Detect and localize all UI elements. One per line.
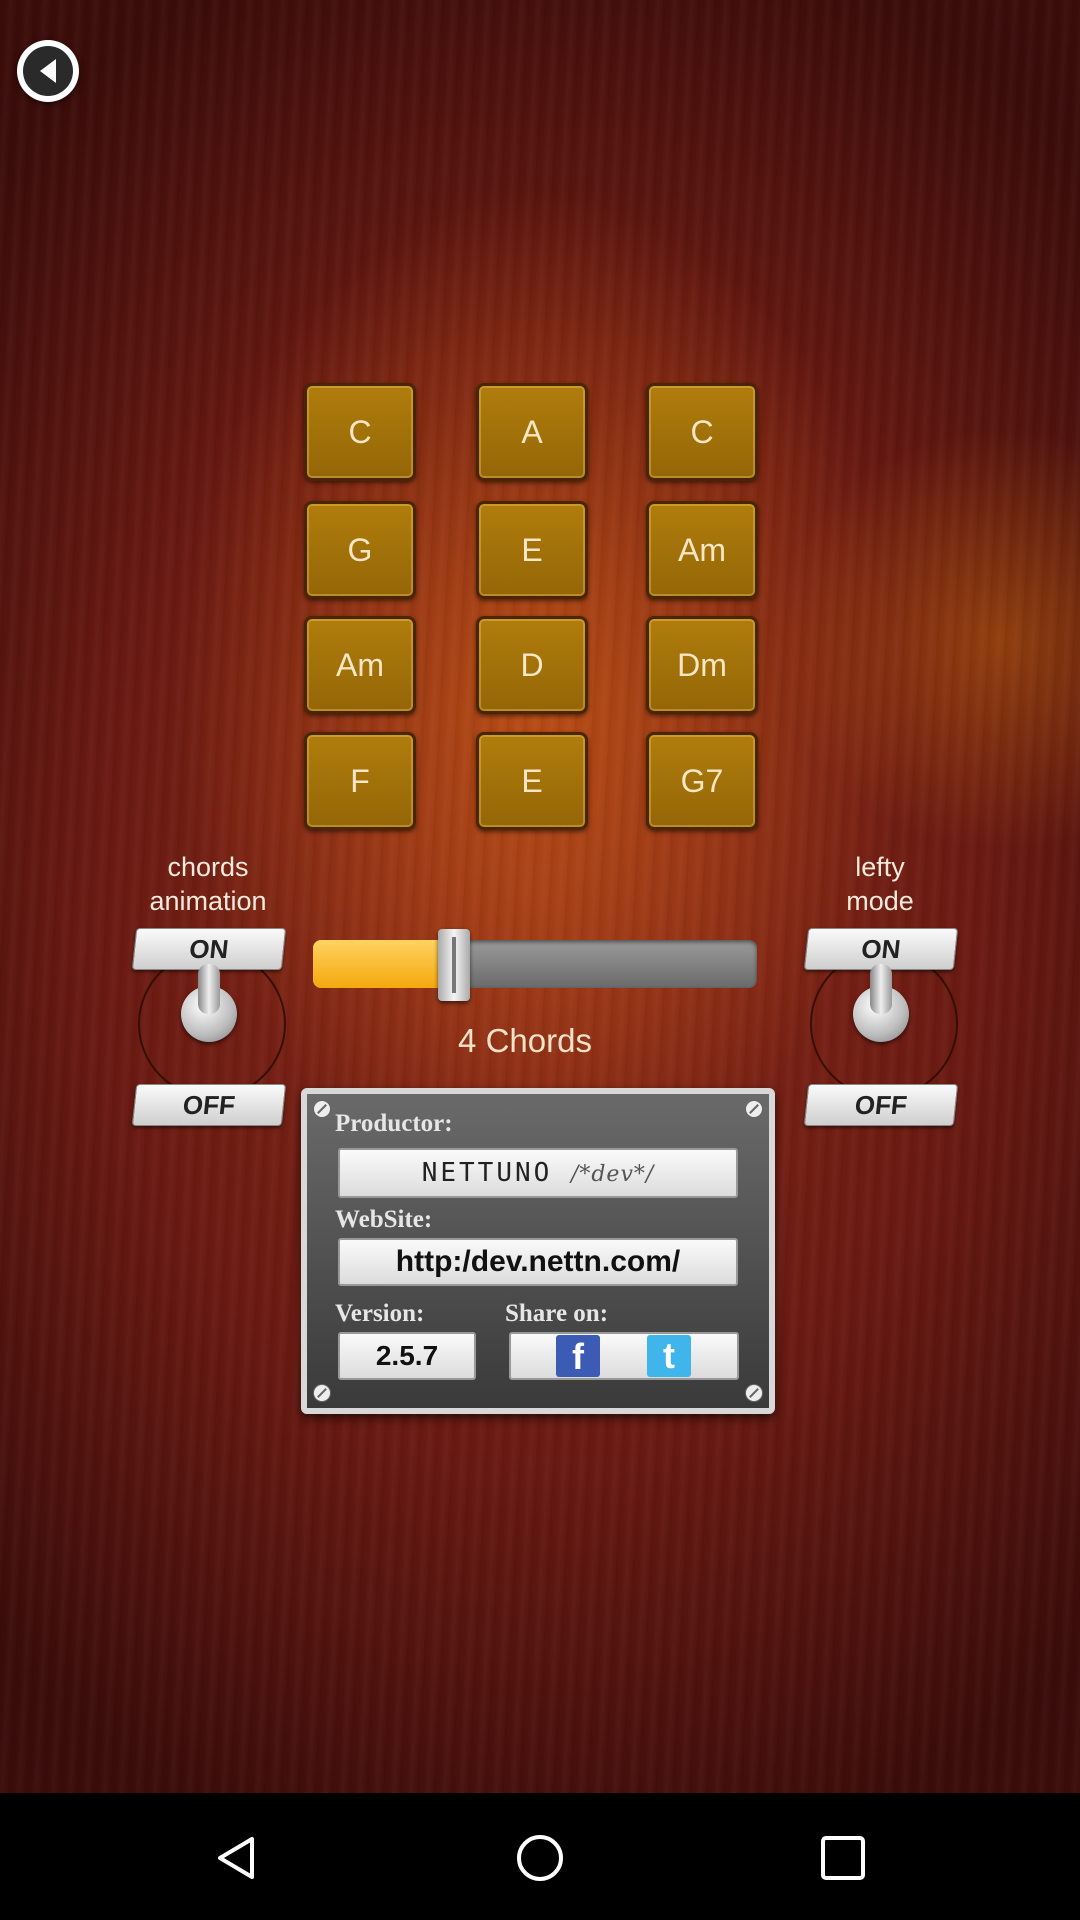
toggle-knob[interactable] [181,964,237,1042]
lefty-mode-label-line1: lefty [855,852,905,882]
share-field: f t [509,1332,739,1380]
chords-animation-label-line2: animation [149,886,267,916]
lefty-mode-label-line2: mode [846,886,914,916]
website-link[interactable]: http:/dev.nettn.com/ [338,1238,738,1286]
chord-button-r2c2[interactable]: E [476,501,588,599]
website-label: WebSite: [335,1206,433,1233]
toggle-knob[interactable] [853,964,909,1042]
chords-animation-label-line1: chords [167,852,249,882]
chord-count-slider[interactable] [313,940,757,988]
screw-icon [313,1100,331,1118]
screw-icon [745,1384,763,1402]
screw-icon [745,1100,763,1118]
brand-name: NETTUNO [421,1158,553,1188]
productor-label: Productor: [335,1110,453,1137]
chords-animation-label: chords animation [108,850,308,918]
chords-animation-toggle[interactable]: ON OFF [131,928,287,1128]
chord-button-r4c1[interactable]: F [304,732,416,830]
lefty-mode-label: lefty mode [780,850,980,918]
productor-field: NETTUNO /*dev*/ [338,1148,738,1198]
chord-button-r3c3[interactable]: Dm [646,616,758,714]
version-field: 2.5.7 [338,1332,476,1380]
version-label: Version: [335,1300,425,1327]
back-button[interactable] [17,40,79,102]
back-arrow-icon [23,46,73,96]
chord-button-r4c3[interactable]: G7 [646,732,758,830]
info-panel: Productor: NETTUNO /*dev*/ WebSite: http… [301,1088,775,1414]
chord-button-r2c3[interactable]: Am [646,501,758,599]
facebook-icon[interactable]: f [556,1335,600,1377]
twitter-icon[interactable]: t [647,1335,691,1377]
nav-home-icon[interactable] [515,1833,565,1883]
chord-button-r2c1[interactable]: G [304,501,416,599]
chord-button-r4c2[interactable]: E [476,732,588,830]
lefty-mode-toggle[interactable]: ON OFF [803,928,959,1128]
screw-icon [313,1384,331,1402]
chord-count-label: 4 Chords [458,1022,592,1059]
nav-back-icon[interactable] [212,1833,262,1883]
share-label: Share on: [505,1300,609,1327]
toggle-off-plate: OFF [803,1084,959,1126]
chord-button-r3c2[interactable]: D [476,616,588,714]
slider-thumb[interactable] [438,929,471,1001]
toggle-off-plate: OFF [131,1084,287,1126]
system-navigation-bar [0,1793,1080,1920]
slider-fill [313,940,447,988]
chord-button-r1c2[interactable]: A [476,383,588,481]
nav-recent-icon[interactable] [818,1833,868,1883]
chord-button-r1c1[interactable]: C [304,383,416,481]
chord-button-r1c3[interactable]: C [646,383,758,481]
brand-suffix: /*dev*/ [570,1162,655,1187]
chord-button-r3c1[interactable]: Am [304,616,416,714]
